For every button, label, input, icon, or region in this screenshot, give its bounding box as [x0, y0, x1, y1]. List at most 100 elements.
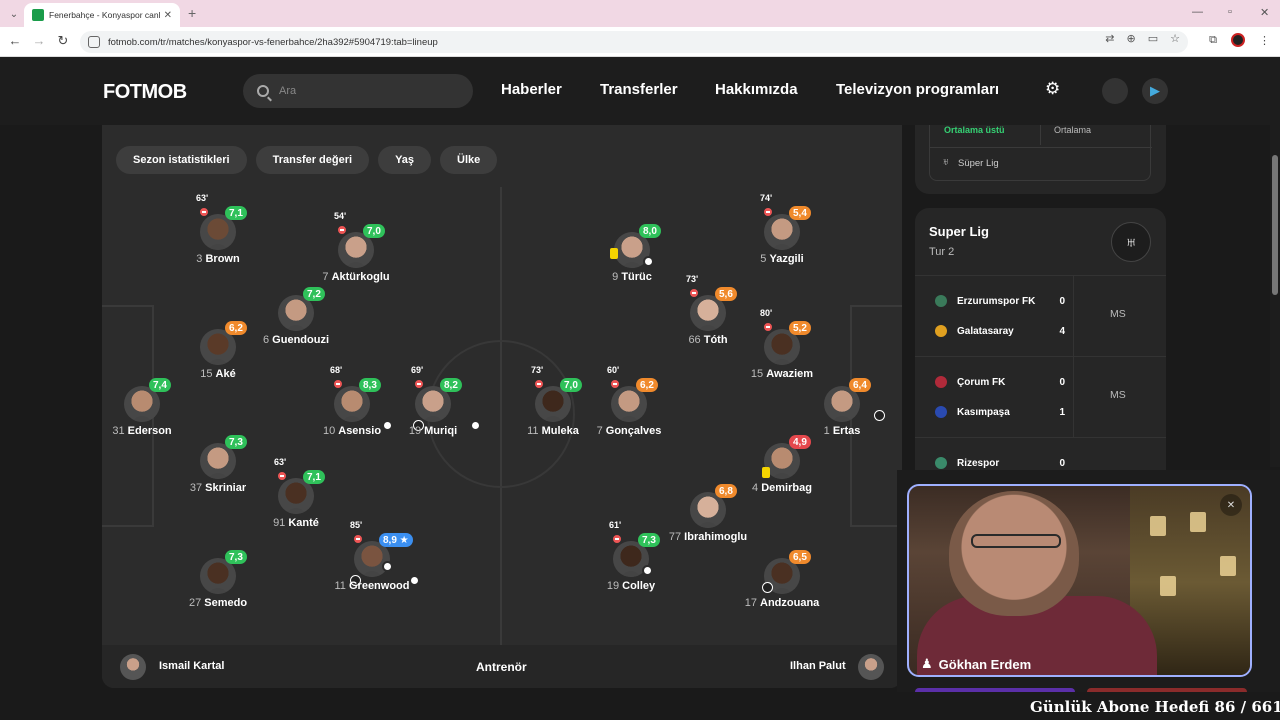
player-rating: 7,2: [303, 287, 325, 301]
match-status: MS: [1110, 308, 1126, 320]
player-name: 27 Semedo: [188, 597, 248, 609]
minimize-icon[interactable]: —: [1192, 6, 1203, 18]
league-badge-icon[interactable]: ♅: [1111, 222, 1151, 262]
home-coach-name[interactable]: Ismail Kartal: [159, 660, 224, 672]
player-card[interactable]: 7,1 63' 3 Brown: [158, 193, 278, 270]
fotmob-logo[interactable]: FOTMOB: [103, 81, 187, 104]
round-label: Tur 2: [929, 246, 955, 258]
coach-title: Antrenör: [476, 660, 527, 674]
stats-card: Ortalama üstü Ortalama ♅ Süper Lig: [915, 125, 1166, 194]
player-card[interactable]: 5,4 74' 5 Yazgili: [722, 193, 842, 270]
player-name: 3 Brown: [196, 253, 240, 265]
filter-country[interactable]: Ülke: [440, 146, 498, 174]
site-header: FOTMOB Haberler Transferler Hakkımızda T…: [0, 57, 1280, 125]
restore-icon[interactable]: ▫: [1228, 6, 1232, 18]
away-coach-avatar: [858, 654, 884, 680]
player-rating: 5,6: [715, 287, 737, 301]
home-coach-avatar: [120, 654, 146, 680]
cast-icon[interactable]: ▭: [1148, 32, 1158, 45]
extensions-icon[interactable]: ⧉: [1209, 34, 1217, 47]
player-number: 19: [606, 580, 623, 592]
player-card[interactable]: 7,3 27 Semedo: [158, 544, 278, 614]
profile-avatar[interactable]: [1231, 33, 1245, 47]
address-bar[interactable]: fotmob.com/tr/matches/konyaspor-vs-fener…: [80, 31, 1188, 53]
player-rating: 7,3: [225, 435, 247, 449]
substitution-icon: [352, 533, 364, 545]
search-box[interactable]: [243, 74, 473, 108]
stats-box: Ortalama üstü Ortalama ♅ Süper Lig: [929, 125, 1152, 181]
nav-tv[interactable]: Televizyon programları: [836, 81, 999, 98]
bookmark-star-icon[interactable]: ☆: [1170, 32, 1180, 45]
filter-age[interactable]: Yaş: [378, 146, 432, 174]
filter-transfer-value[interactable]: Transfer değeri: [255, 146, 370, 174]
gear-icon[interactable]: ⚙: [1045, 79, 1060, 99]
streamer-head: [949, 491, 1079, 616]
divider: [1073, 276, 1074, 356]
player-number: 11: [527, 425, 542, 437]
away-team: Galatasaray: [957, 325, 1014, 337]
play-store-icon[interactable]: ▶: [1142, 78, 1168, 104]
window-close-icon[interactable]: ✕: [1260, 6, 1269, 19]
player-card[interactable]: 6,2 60' 7 Gonçalves: [569, 365, 689, 442]
yellow-card-icon: [762, 467, 770, 478]
back-icon[interactable]: ←: [6, 33, 24, 48]
player-rating: 4,9: [789, 435, 811, 449]
sub-time: 85': [350, 520, 363, 530]
overlay-strip: [915, 688, 1075, 692]
nav-transfers[interactable]: Transferler: [600, 81, 678, 98]
match-row[interactable]: Çorum FK 0 Kasımpaşa 1 MS: [915, 356, 1166, 437]
filter-season-stats[interactable]: Sezon istatistikleri: [116, 146, 247, 174]
substitution-icon: [688, 287, 700, 299]
divider: [930, 147, 1152, 148]
apple-icon[interactable]: [1102, 78, 1128, 104]
league-title[interactable]: Super Lig: [929, 224, 989, 239]
browser-tab[interactable]: Fenerbahçe - Konyaspor canlı s ✕: [24, 3, 180, 27]
match-status: MS: [1110, 389, 1126, 401]
player-rating: 8,2: [440, 378, 462, 392]
translate-icon[interactable]: ⇄: [1105, 32, 1114, 45]
screen: ⌄ Fenerbahçe - Konyaspor canlı s ✕ + — ▫…: [0, 0, 1280, 720]
scrollbar[interactable]: [1270, 57, 1280, 467]
browser-tabbar: ⌄ Fenerbahçe - Konyaspor canlı s ✕ + — ▫…: [0, 0, 1280, 27]
player-card[interactable]: 7,1 63' 91 Kanté: [236, 457, 356, 534]
player-number: 15: [200, 368, 216, 380]
nav-about[interactable]: Hakkımızda: [715, 81, 798, 98]
player-name: 17 Andzouana: [744, 597, 820, 609]
zoom-icon[interactable]: ⊕: [1127, 32, 1136, 45]
search-input[interactable]: [279, 85, 459, 97]
sub-time: 60': [607, 365, 620, 375]
substitution-icon: [336, 224, 348, 236]
sub-time: 61': [609, 520, 622, 530]
scroll-thumb[interactable]: [1272, 155, 1278, 295]
left-box-line-bottom: [102, 525, 152, 527]
match-row[interactable]: Erzurumspor FK 0 Galatasaray 4 MS: [915, 275, 1166, 356]
reload-icon[interactable]: ↻: [54, 33, 72, 49]
close-icon[interactable]: ✕: [164, 10, 172, 21]
away-coach-name[interactable]: Ilhan Palut: [790, 660, 846, 672]
tab-title: Fenerbahçe - Konyaspor canlı s: [49, 10, 160, 20]
mic-muted-icon[interactable]: ✕: [1220, 494, 1242, 516]
menu-icon[interactable]: ⋮: [1259, 34, 1270, 47]
forward-icon[interactable]: →: [30, 33, 48, 48]
player-number: 66: [688, 334, 704, 346]
tab-search-icon[interactable]: ⌄: [4, 4, 24, 24]
player-card[interactable]: 8,0 9 Türüc: [572, 218, 692, 288]
player-card[interactable]: 8,9 ★ 85' 11 Greenwood: [312, 520, 432, 597]
above-average-label: Ortalama üstü: [944, 125, 1005, 135]
new-tab-icon[interactable]: +: [188, 5, 196, 21]
player-card[interactable]: 7,3 61' 19 Colley: [571, 520, 691, 597]
player-number: 7: [596, 425, 606, 437]
player-card[interactable]: 7,0 54' 7 Aktürkoglu: [296, 211, 416, 288]
player-card[interactable]: 6,5 17 Andzouana: [722, 544, 842, 614]
site-info-icon[interactable]: [88, 36, 100, 48]
divider: [1073, 357, 1074, 437]
sub-time: 68': [330, 365, 343, 375]
nav-news[interactable]: Haberler: [501, 81, 562, 98]
league-name[interactable]: Süper Lig: [958, 158, 999, 169]
player-rating: 6,2: [225, 321, 247, 335]
player-name: 19 Colley: [606, 580, 656, 592]
player-rating: 7,3: [225, 550, 247, 564]
streamer-name: Gökhan Erdem: [938, 656, 1032, 672]
player-rating: 8,0: [639, 224, 661, 238]
home-score: 0: [1059, 457, 1065, 469]
